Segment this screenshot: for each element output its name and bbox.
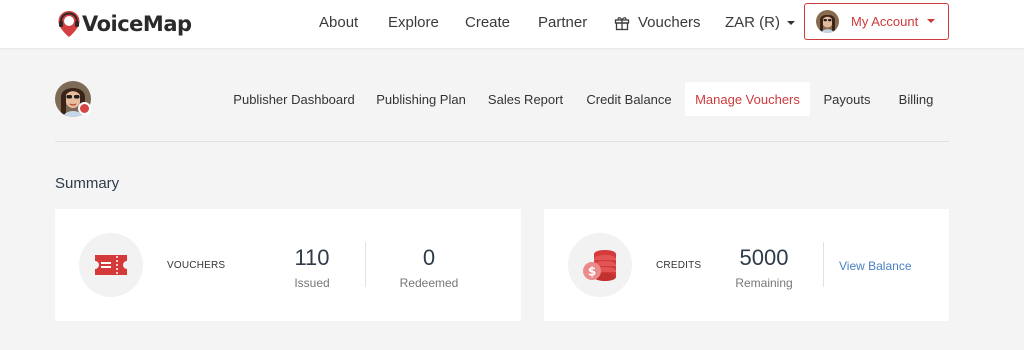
currency-label: ZAR (R) — [725, 14, 780, 31]
redeemed-value: 0 — [422, 245, 436, 270]
nav-vouchers-label: Vouchers — [638, 14, 701, 31]
section-title: Summary — [55, 175, 120, 192]
brand-name: VoiceMap — [82, 12, 192, 36]
credits-summary-card: $ CREDITS 5000 Remaining View Balance — [544, 209, 949, 321]
ticket-icon — [95, 255, 127, 275]
chevron-down-icon — [787, 20, 795, 25]
remaining-stat: 5000 Remaining — [724, 245, 804, 290]
tab-sales-report[interactable]: Sales Report — [481, 82, 570, 116]
tab-publisher-dashboard[interactable]: Publisher Dashboard — [228, 82, 360, 116]
nav-create[interactable]: Create — [465, 14, 510, 31]
issued-value: 110 — [294, 245, 330, 270]
chevron-down-icon — [927, 19, 935, 23]
tab-credit-balance[interactable]: Credit Balance — [580, 82, 678, 116]
edit-badge-icon[interactable] — [78, 102, 91, 115]
coins-icon: $ — [583, 250, 616, 281]
tab-billing[interactable]: Billing — [888, 82, 944, 116]
redeemed-caption: Redeemed — [399, 276, 459, 290]
voicemap-logo[interactable]: VoiceMap — [56, 8, 192, 40]
credits-label: CREDITS — [656, 260, 702, 271]
vouchers-summary-card: VOUCHERS 110 Issued 0 Redeemed — [55, 209, 521, 321]
tab-publishing-plan[interactable]: Publishing Plan — [370, 82, 472, 116]
remaining-value: 5000 — [739, 245, 789, 270]
tab-manage-vouchers[interactable]: Manage Vouchers — [685, 82, 810, 116]
vouchers-label: VOUCHERS — [167, 260, 226, 271]
issued-stat: 110 Issued — [272, 245, 352, 290]
nav-explore[interactable]: Explore — [388, 14, 439, 31]
ticket-icon-circle — [79, 233, 143, 297]
coins-icon-circle: $ — [568, 233, 632, 297]
top-navbar: VoiceMap About Explore Create Partner Vo… — [0, 0, 1024, 48]
avatar — [816, 10, 839, 33]
remaining-caption: Remaining — [735, 276, 793, 290]
redeemed-stat: 0 Redeemed — [389, 245, 469, 290]
divider — [823, 242, 824, 287]
issued-caption: Issued — [294, 276, 330, 290]
my-account-label: My Account — [851, 14, 919, 29]
divider — [365, 242, 366, 287]
divider — [55, 141, 949, 142]
gift-icon — [614, 16, 630, 30]
tab-payouts[interactable]: Payouts — [816, 82, 878, 116]
my-account-button[interactable]: My Account — [804, 3, 949, 40]
nav-vouchers[interactable]: Vouchers — [614, 14, 701, 31]
currency-dropdown[interactable]: ZAR (R) — [725, 14, 795, 31]
nav-partner[interactable]: Partner — [538, 14, 587, 31]
svg-text:$: $ — [588, 265, 596, 279]
nav-about[interactable]: About — [319, 14, 358, 31]
view-balance-link[interactable]: View Balance — [839, 259, 912, 273]
map-pin-headphones-icon — [58, 11, 80, 37]
